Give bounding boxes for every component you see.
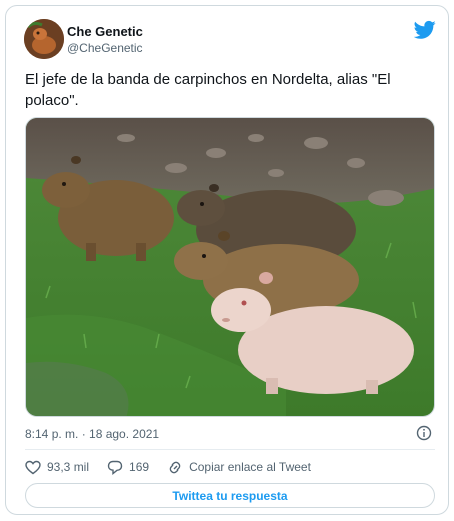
tweet-actions: 93,3 mil 169 Copiar enlace al Tweet <box>25 458 329 476</box>
tweet-timestamp[interactable]: 8:14 p. m. · 18 ago. 2021 <box>25 427 159 441</box>
reply-count: 169 <box>129 460 150 474</box>
tweet-text: El jefe de la banda de carpinchos en Nor… <box>25 71 391 109</box>
twitter-bird-icon[interactable] <box>414 20 436 40</box>
tweet-card: Che Genetic @CheGenetic El jefe de la ba… <box>5 5 449 515</box>
reply-button[interactable]: Twittea tu respuesta <box>25 483 435 508</box>
user-name[interactable]: Che Genetic <box>67 24 143 39</box>
like-button[interactable]: 93,3 mil <box>25 460 89 475</box>
link-icon <box>169 461 181 473</box>
tweet-photo[interactable] <box>25 117 435 417</box>
capybara-photo <box>26 118 434 416</box>
copy-link-button[interactable]: Copiar enlace al Tweet <box>167 460 311 475</box>
info-icon[interactable] <box>416 425 432 441</box>
like-count: 93,3 mil <box>47 460 90 474</box>
user-handle[interactable]: @CheGenetic <box>67 41 143 55</box>
copy-link-label: Copiar enlace al Tweet <box>189 460 311 474</box>
reply-icon <box>107 460 123 475</box>
reply-count-button[interactable]: 169 <box>107 460 149 475</box>
avatar-image <box>24 19 64 59</box>
avatar[interactable] <box>24 19 64 59</box>
heart-icon <box>25 460 41 474</box>
divider <box>25 449 435 450</box>
